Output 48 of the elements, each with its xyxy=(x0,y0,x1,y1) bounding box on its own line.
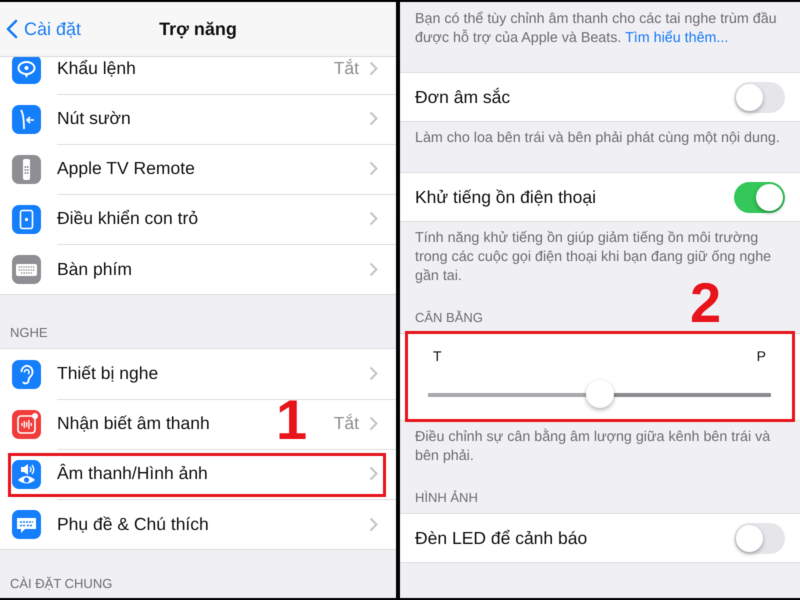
settings-row[interactable]: Thiết bị nghe xyxy=(57,348,158,398)
section-header: HÌNH ẢNH xyxy=(415,490,478,506)
toggle-switch[interactable] xyxy=(734,82,785,112)
slider-min-label: T xyxy=(433,348,442,364)
waveform-icon xyxy=(12,410,41,438)
footer-text: Điều chỉnh sự cân bằng âm lượng giữa kênh bên trái và bên phải. xyxy=(414,428,772,466)
slider-max-label: P xyxy=(756,348,766,364)
chevron-icon xyxy=(369,416,378,431)
settings-row[interactable]: Nhận biết âm thanh xyxy=(57,398,210,448)
footer-text: Bạn có thể tùy chỉnh âm thanh cho các tai nghe trùm đầu được hỗ trợ của Apple và Beats. Tìm hiểu thêm... xyxy=(414,10,778,48)
chevron-icon xyxy=(369,262,378,276)
section-header: NGHE xyxy=(10,325,48,341)
settings-row[interactable]: Nút sườn xyxy=(57,94,131,144)
row-label: Khử tiếng ồn điện thoại xyxy=(415,186,598,208)
ear-icon xyxy=(12,360,41,388)
remote-icon xyxy=(12,154,41,184)
settings-row[interactable]: Bàn phím xyxy=(57,244,132,294)
row-value: Tắt xyxy=(334,58,359,79)
row-value: Tắt xyxy=(334,413,359,434)
chevron-icon xyxy=(369,61,378,76)
side-button-icon xyxy=(12,104,41,134)
chevron-icon xyxy=(369,366,378,381)
section-header: CÀI ĐẶT CHUNG xyxy=(10,576,112,592)
speaker-eye-icon xyxy=(12,460,41,488)
back-chevron-icon xyxy=(6,19,18,39)
step-number: 1 xyxy=(276,395,308,445)
chevron-icon xyxy=(369,466,378,481)
settings-row[interactable]: Khẩu lệnh xyxy=(57,57,136,94)
chevron-icon xyxy=(369,111,378,126)
toggle-switch[interactable] xyxy=(734,522,785,554)
chevron-icon xyxy=(369,516,378,532)
row-label: Đèn LED để cảnh báo xyxy=(415,528,588,548)
pointer-icon xyxy=(12,204,41,234)
footer-text: Làm cho loa bên trái và bên phải phát cùng một nội dung. xyxy=(414,129,781,148)
settings-row[interactable]: Điều khiển con trỏ xyxy=(57,194,198,244)
toggle-switch[interactable] xyxy=(734,182,785,212)
settings-row[interactable]: Apple TV Remote xyxy=(57,144,195,194)
back-button[interactable]: Cài đặt xyxy=(0,18,88,40)
chevron-icon xyxy=(369,211,378,226)
row-label: Đơn âm sắc xyxy=(415,86,512,108)
screen-title: Trợ năng xyxy=(159,18,237,40)
subtitles-icon xyxy=(12,510,41,538)
settings-row[interactable]: Phụ đề & Chú thích xyxy=(57,499,209,549)
section-header: CÂN BẰNG xyxy=(415,310,483,326)
settings-row[interactable]: Âm thanh/Hình ảnh xyxy=(57,448,208,498)
keyboard-icon xyxy=(12,254,41,284)
slider-thumb[interactable] xyxy=(586,380,614,408)
chevron-icon xyxy=(369,161,378,176)
